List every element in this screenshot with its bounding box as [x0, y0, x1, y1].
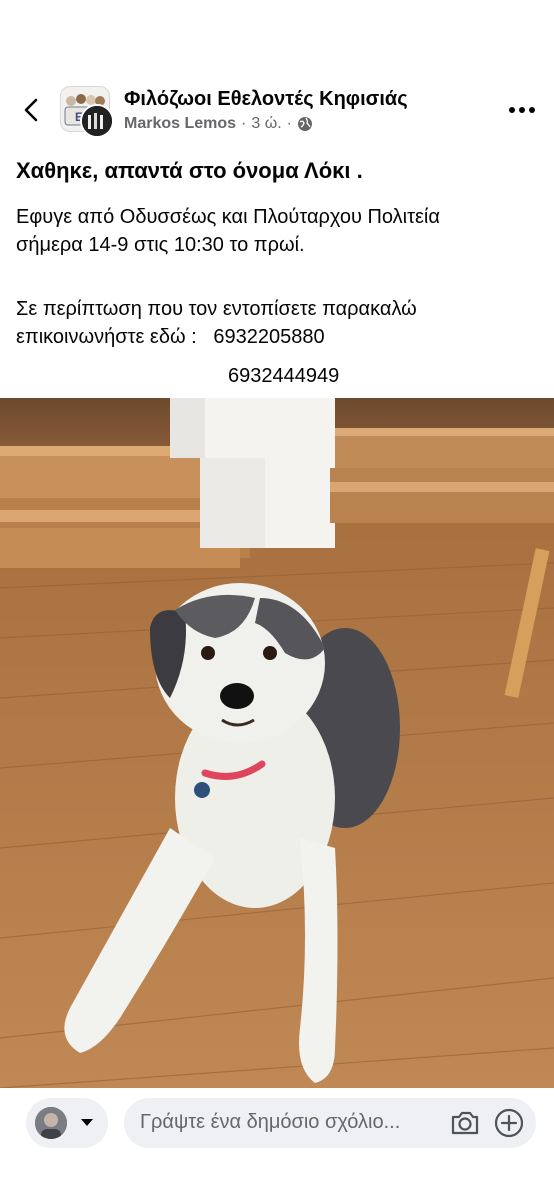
commenter-avatar — [35, 1107, 67, 1139]
phone-number: 6932444949 — [228, 365, 340, 387]
author-avatar — [80, 104, 114, 138]
meta-separator: · — [241, 115, 247, 132]
comment-placeholder: Γράψτε ένα δημόσιο σχόλιο... — [140, 1111, 401, 1133]
post-paragraph-2: Σε περίπτωση που τον εντοπίσετε παρακαλώ… — [16, 295, 417, 351]
post-header: ΕΛ Φιλόζωοι Εθελοντές Κηφισιάς Markos Le… — [0, 80, 554, 140]
more-dots-icon[interactable] — [508, 100, 536, 120]
post-paragraph-1: Εφυγε από Οδυσσέως και Πλούταρχου Πολιτε… — [16, 203, 440, 259]
group-avatar[interactable]: ΕΛ — [60, 86, 114, 138]
author-name-link[interactable]: Markos Lemos — [124, 115, 236, 133]
post-line: επικοινωνήστε εδώ : 6932205880 — [16, 326, 325, 348]
caret-down-icon — [81, 1119, 93, 1126]
post-line: Σε περίπτωση που τον εντοπίσετε παρακαλώ — [16, 298, 417, 320]
commenter-profile-switch[interactable] — [26, 1098, 108, 1148]
post-meta: Markos Lemos · 3 ώ. · — [124, 115, 313, 133]
plus-circle-icon[interactable] — [494, 1108, 524, 1138]
camera-icon[interactable] — [450, 1109, 480, 1137]
comment-bar: Γράψτε ένα δημόσιο σχόλιο... — [0, 1088, 554, 1200]
post-photo[interactable] — [0, 398, 554, 1088]
post-line: Εφυγε από Οδυσσέως και Πλούταρχου Πολιτε… — [16, 206, 440, 228]
meta-separator: · — [286, 115, 292, 132]
post-time[interactable]: 3 ώ. — [251, 115, 281, 133]
group-name-link[interactable]: Φιλόζωοι Εθελοντές Κηφισιάς — [124, 88, 408, 111]
post-line: σήμερα 14-9 στις 10:30 το πρωί. — [16, 234, 305, 256]
post-title: Χαθηκε, απαντά στο όνομα Λόκι . — [16, 158, 363, 183]
back-chevron-icon[interactable] — [18, 94, 46, 126]
comment-input[interactable]: Γράψτε ένα δημόσιο σχόλιο... — [124, 1098, 536, 1148]
globe-icon — [297, 117, 312, 131]
